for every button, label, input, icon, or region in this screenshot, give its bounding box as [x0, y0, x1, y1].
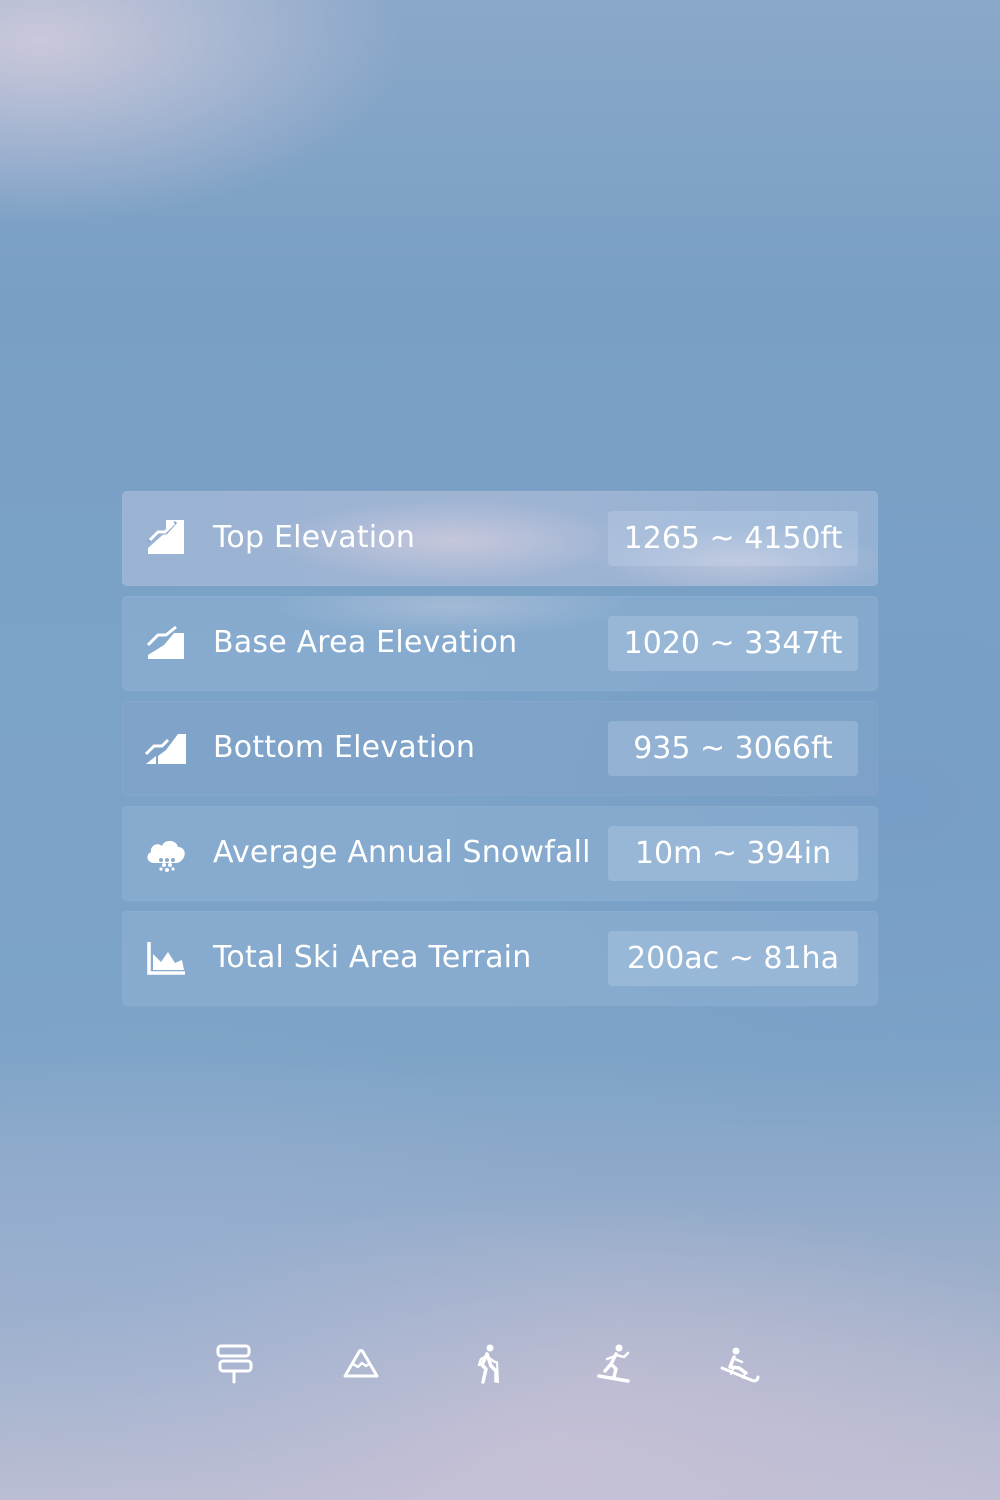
stat-label: Total Ski Area Terrain	[213, 940, 532, 975]
stat-value: 1020 ~ 3347ft	[608, 616, 858, 671]
stat-row-bottom-elevation: Bottom Elevation 935 ~ 3066ft	[122, 701, 878, 796]
stat-label: Base Area Elevation	[213, 625, 518, 660]
sledding-icon[interactable]	[711, 1335, 771, 1395]
stat-value: 10m ~ 394in	[608, 826, 858, 881]
stat-label: Bottom Elevation	[213, 730, 476, 765]
stat-row-total-ski-area-terrain: Total Ski Area Terrain 200ac ~ 81ha	[122, 911, 878, 1006]
stat-value: 1265 ~ 4150ft	[608, 511, 858, 566]
base-area-elevation-icon	[144, 623, 188, 663]
stat-value: 935 ~ 3066ft	[608, 721, 858, 776]
resort-stats-list: Top Elevation 1265 ~ 4150ft Base Area El…	[122, 491, 878, 1016]
stat-label: Top Elevation	[213, 520, 416, 555]
stat-row-top-elevation: Top Elevation 1265 ~ 4150ft	[122, 491, 878, 586]
stat-value: 200ac ~ 81ha	[608, 931, 858, 986]
mountain-icon[interactable]	[331, 1335, 391, 1395]
stat-row-base-area-elevation: Base Area Elevation 1020 ~ 3347ft	[122, 596, 878, 691]
stat-row-average-annual-snowfall: Average Annual Snowfall 10m ~ 394in	[122, 806, 878, 901]
stat-label: Average Annual Snowfall	[213, 835, 591, 870]
snowboarder-icon[interactable]	[584, 1335, 644, 1395]
hiker-icon[interactable]	[458, 1335, 518, 1395]
top-elevation-icon	[144, 518, 188, 558]
bottom-nav	[200, 1335, 800, 1395]
signpost-icon[interactable]	[204, 1335, 264, 1395]
bottom-elevation-icon	[144, 728, 188, 768]
snowfall-cloud-icon	[144, 833, 188, 873]
terrain-area-chart-icon	[144, 938, 188, 978]
